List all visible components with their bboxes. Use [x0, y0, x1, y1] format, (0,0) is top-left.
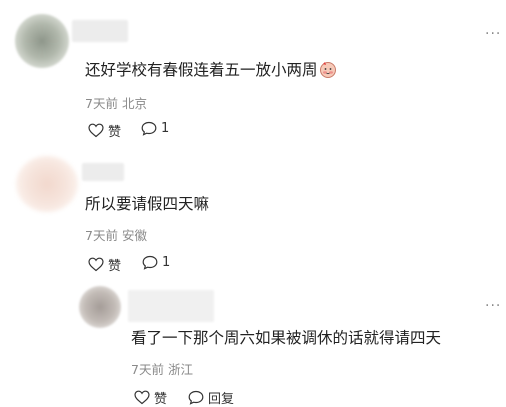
reply-count: 1 [161, 121, 170, 136]
comment-meta: 7天前 安徽 [85, 225, 147, 244]
like-button[interactable]: 赞 [134, 388, 167, 407]
reply-count: 1 [162, 255, 171, 270]
avatar[interactable] [15, 14, 69, 68]
avatar[interactable] [79, 286, 121, 328]
comment-location: 浙江 [167, 362, 193, 377]
more-options-icon[interactable]: ··· [485, 26, 501, 42]
comment-meta: 7天前 浙江 [131, 359, 193, 378]
reply-button[interactable]: 1 [141, 121, 169, 136]
heart-icon [88, 257, 104, 272]
avatar[interactable] [16, 156, 78, 212]
comment-location: 安徽 [121, 228, 147, 243]
comment-text: 看了一下那个周六如果被调休的话就得请四天 [131, 329, 442, 347]
comment-text: 还好学校有春假连着五一放小两周 [85, 58, 337, 80]
like-button[interactable]: 赞 [88, 255, 121, 274]
comment-text-content: 还好学校有春假连着五一放小两周 [85, 61, 318, 79]
heart-icon [88, 123, 104, 138]
like-label: 赞 [154, 392, 168, 407]
like-button[interactable]: 赞 [88, 121, 121, 140]
comment-time: 7天前 [85, 96, 118, 111]
comment-text: 所以要请假四天嘛 [85, 195, 210, 213]
reply-label: 回复 [208, 392, 235, 407]
face-icon [319, 60, 337, 78]
username-blurred[interactable] [128, 290, 214, 322]
comment-bubble-icon [141, 121, 157, 136]
username-blurred[interactable] [82, 163, 124, 181]
comment-meta: 7天前 北京 [85, 93, 147, 112]
more-options-icon[interactable]: ··· [485, 298, 501, 314]
reply-button[interactable]: 1 [142, 255, 170, 270]
username-blurred[interactable] [72, 20, 128, 42]
heart-icon [134, 390, 150, 405]
comment-location: 北京 [121, 96, 147, 111]
reply-button[interactable]: 回复 [188, 388, 234, 407]
like-label: 赞 [108, 259, 122, 274]
comment-bubble-icon [188, 390, 204, 405]
comment-time: 7天前 [85, 228, 118, 243]
like-label: 赞 [108, 125, 122, 140]
comment-time: 7天前 [131, 362, 164, 377]
comment-bubble-icon [142, 255, 158, 270]
